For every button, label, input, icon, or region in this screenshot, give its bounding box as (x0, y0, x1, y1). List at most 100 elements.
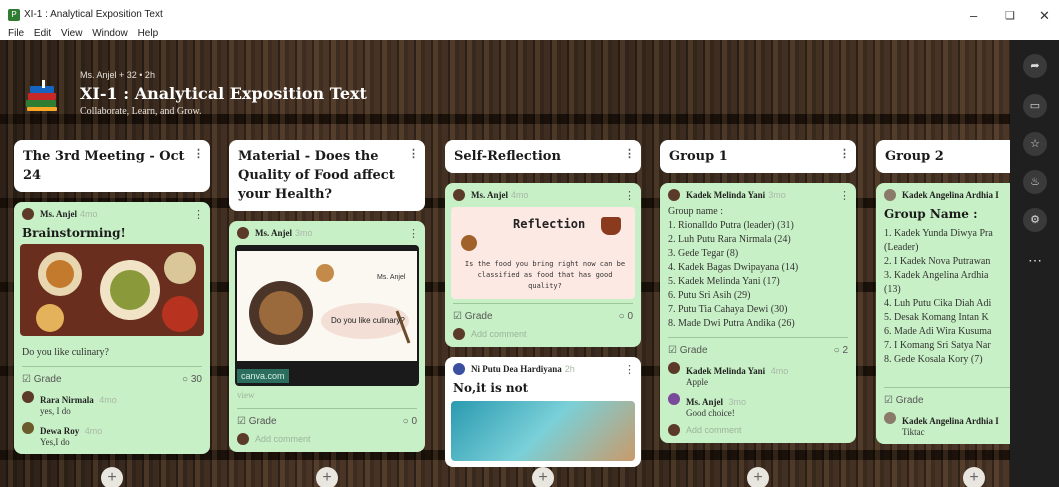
column-title: Group 1 ⋮ (660, 140, 856, 173)
add-post-button[interactable]: + (747, 467, 769, 487)
group-list: 1. Kadek Yunda Diwya Pra (Leader) 2. I K… (884, 228, 993, 365)
avatar (453, 328, 465, 340)
add-post-button[interactable]: + (963, 467, 985, 487)
column-title-text: Material - Does the Quality of Food affe… (238, 149, 395, 202)
post-author: Ni Putu Dea Hardiyana (471, 364, 562, 374)
cookie-icon (461, 235, 477, 251)
post-author: Ms. Anjel (471, 190, 508, 200)
menu-help[interactable]: Help (138, 28, 159, 39)
kebab-icon[interactable]: ⋮ (193, 144, 204, 163)
grade-row: ☑ Grade ○ 0 (229, 413, 425, 430)
books-logo-icon (26, 80, 57, 111)
minimize-icon[interactable]: – (970, 8, 977, 23)
column-title-text: Group 2 (885, 149, 944, 164)
window-titlebar: P XI-1 : Analytical Exposition Text – ❏ … (0, 0, 1059, 26)
grade-button[interactable]: ☑ Grade (884, 395, 924, 406)
reflection-text: Is the food you bring right now can be c… (464, 260, 626, 290)
column-title: Group 2 (876, 140, 1010, 173)
kebab-icon[interactable]: ⋮ (624, 363, 635, 376)
divider (237, 408, 417, 409)
link-action[interactable]: view (229, 386, 425, 404)
comment: Ms. Anjel 3mo Good choice! (660, 390, 856, 421)
post-title: No,it is not (453, 381, 529, 395)
food-photo (20, 244, 204, 336)
grade-row: ☑ Grade ○ 2 (660, 342, 856, 359)
column-title: The 3rd Meeting - Oct 24 ⋮ (14, 140, 210, 192)
avatar (22, 208, 34, 220)
kebab-icon[interactable]: ⋮ (408, 227, 419, 240)
menu-view[interactable]: View (61, 28, 83, 39)
divider (884, 387, 1010, 388)
post-card[interactable]: Kadek Melinda Yani 3mo ⋮ Group name : 1.… (660, 183, 856, 443)
cake-icon (601, 217, 621, 235)
bell-icon[interactable]: ♨ (1023, 170, 1047, 194)
grade-row: ☑ Grade ○ 0 (445, 308, 641, 325)
kebab-icon[interactable]: ⋮ (624, 189, 635, 202)
avatar (668, 362, 680, 374)
post-time: 2h (564, 364, 575, 374)
add-comment[interactable]: Add comment (660, 421, 856, 439)
comments-count[interactable]: ○ 30 (182, 374, 202, 385)
add-post-button[interactable]: + (316, 467, 338, 487)
column-title: Self-Reflection ⋮ (445, 140, 641, 173)
kebab-icon[interactable]: ⋮ (839, 144, 850, 163)
menu-edit[interactable]: Edit (34, 28, 51, 39)
kebab-icon[interactable]: ⋮ (839, 189, 850, 202)
grade-button[interactable]: ☑ Grade (22, 374, 62, 385)
add-comment[interactable]: Add comment (445, 325, 641, 343)
share-icon[interactable]: ➦ (1023, 54, 1047, 78)
comment: Dewa Roy 4mo Yes,I do (14, 419, 210, 450)
slide-preview: Ms. Anjel Do you like culinary? (237, 251, 417, 361)
post-author: Kadek Angelina Ardhia I (902, 190, 999, 200)
grade-row: ☑ Grade ○ 30 (14, 371, 210, 388)
link-domain[interactable]: canva.com (237, 369, 289, 383)
board-subtitle: Collaborate, Learn, and Grow. (80, 106, 202, 117)
post-time: 3mo (295, 228, 313, 238)
grade-button[interactable]: ☑ Grade (668, 345, 708, 356)
canva-preview[interactable]: Ms. Anjel Do you like culinary? canva.co… (235, 245, 419, 386)
avatar (453, 189, 465, 201)
post-card[interactable]: Ms. Anjel 4mo ⋮ Brainstorming! Do you li… (14, 202, 210, 454)
post-time: 4mo (80, 209, 98, 219)
post-card[interactable]: Ms. Anjel 3mo ⋮ Ms. Anjel Do you like cu… (229, 221, 425, 452)
post-card[interactable]: Ni Putu Dea Hardiyana 2h ⋮ No,it is not (445, 357, 641, 467)
avatar (237, 433, 249, 445)
post-author: Ms. Anjel (40, 209, 77, 219)
padlet-board: Ms. Anjel + 32 • 2h XI-1 : Analytical Ex… (0, 40, 1059, 487)
comment: Rara Nirmala 4mo yes, I do (14, 388, 210, 419)
avatar (884, 189, 896, 201)
post-card[interactable]: Ms. Anjel 4mo ⋮ Reflection Is the food y… (445, 183, 641, 347)
star-icon[interactable]: ☆ (1023, 132, 1047, 156)
avatar (22, 391, 34, 403)
column-title: Material - Does the Quality of Food affe… (229, 140, 425, 211)
comment: Kadek Angelina Ardhia I Tiktac (876, 409, 1010, 440)
menu-window[interactable]: Window (92, 28, 128, 39)
avatar (237, 227, 249, 239)
slide-text: Do you like culinary? (331, 316, 405, 325)
post-time: 4mo (511, 190, 529, 200)
kebab-icon[interactable]: ⋮ (193, 208, 204, 221)
kebab-icon[interactable]: ⋮ (408, 144, 419, 163)
restore-icon[interactable]: ❏ (1005, 9, 1015, 22)
right-toolbar: ➦ ▭ ☆ ♨ ⚙ ⋯ (1010, 40, 1059, 487)
post-author: Ms. Anjel (255, 228, 292, 238)
add-post-button[interactable]: + (101, 467, 123, 487)
kebab-icon[interactable]: ⋮ (624, 144, 635, 163)
slideshow-icon[interactable]: ▭ (1023, 94, 1047, 118)
comments-count[interactable]: ○ 0 (619, 311, 633, 322)
column-3rd-meeting: The 3rd Meeting - Oct 24 ⋮ Ms. Anjel 4mo… (14, 140, 210, 454)
comments-count[interactable]: ○ 0 (403, 416, 417, 427)
avatar (668, 189, 680, 201)
more-icon[interactable]: ⋯ (1023, 248, 1047, 272)
reflection-image: Reflection Is the food you bring right n… (451, 207, 635, 299)
close-icon[interactable]: ✕ (1039, 8, 1050, 24)
grade-button[interactable]: ☑ Grade (237, 416, 277, 427)
grade-button[interactable]: ☑ Grade (453, 311, 493, 322)
comments-count[interactable]: ○ 2 (834, 345, 848, 356)
post-time: 3mo (768, 190, 786, 200)
add-comment[interactable]: Add comment (229, 430, 425, 448)
add-post-button[interactable]: + (532, 467, 554, 487)
gear-icon[interactable]: ⚙ (1023, 208, 1047, 232)
post-card[interactable]: Kadek Angelina Ardhia I Group Name : 1. … (876, 183, 1010, 444)
menu-file[interactable]: File (8, 28, 24, 39)
